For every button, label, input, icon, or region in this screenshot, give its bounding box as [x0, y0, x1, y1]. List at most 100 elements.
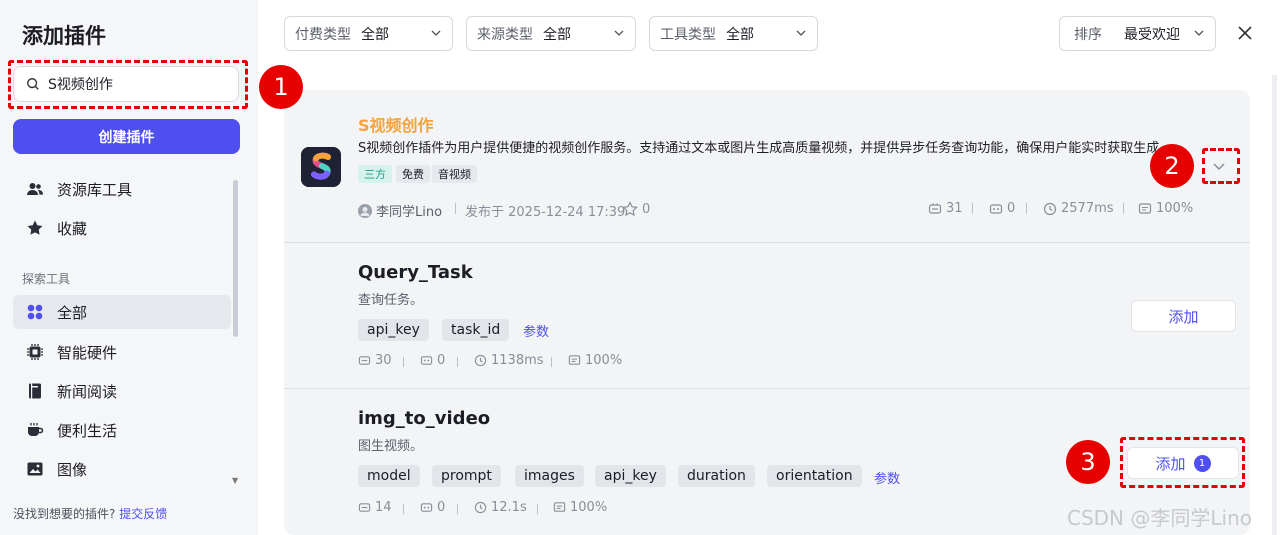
- tool-latency: 1138ms: [474, 353, 544, 368]
- chevron-down-icon: [614, 30, 624, 36]
- plugin-bots: 0: [989, 201, 1015, 216]
- sidebar-item-news[interactable]: 新闻阅读: [13, 374, 231, 408]
- section-label: 探索工具: [22, 272, 71, 286]
- tag-third-party: 三方: [358, 165, 392, 183]
- tool-description: 图生视频。: [358, 439, 424, 454]
- plugin-logo: [301, 147, 341, 187]
- calls-icon: [358, 356, 371, 365]
- filter-value: 全部: [361, 26, 389, 43]
- param-tag: orientation: [767, 465, 862, 487]
- param-tag: api_key: [358, 319, 429, 341]
- bots-count: 0: [437, 353, 446, 368]
- sidebar-item-life[interactable]: 便利生活: [13, 413, 231, 447]
- bot-icon: [420, 356, 433, 365]
- plugin-name[interactable]: S视频创作: [358, 112, 434, 136]
- scroll-down-icon[interactable]: ▼: [232, 476, 238, 485]
- divider: [551, 357, 552, 367]
- plugin-calls: 31: [928, 201, 963, 216]
- params-link[interactable]: 参数: [874, 468, 900, 487]
- coffee-icon: [25, 420, 45, 440]
- calls-count: 30: [375, 353, 392, 368]
- param-tag: api_key: [595, 465, 666, 487]
- filter-value: 全部: [543, 26, 571, 43]
- sidebar-footer: 没找到想要的插件? 提交反馈: [13, 505, 167, 522]
- calls-count: 31: [946, 201, 963, 216]
- divider: [403, 357, 404, 367]
- filter-label: 工具类型: [660, 26, 716, 43]
- divider: [457, 357, 458, 367]
- divider: [455, 203, 456, 214]
- sidebar-item-all[interactable]: 全部: [13, 295, 231, 329]
- clock-icon: [474, 354, 487, 367]
- star-count: 0: [642, 201, 651, 217]
- annotation-box-search: [8, 60, 248, 109]
- create-plugin-button[interactable]: 创建插件: [13, 119, 240, 154]
- param-tag: images: [515, 465, 584, 487]
- divider: [1026, 203, 1027, 214]
- main-scrollbar[interactable]: [1272, 75, 1277, 535]
- tool-calls: 30: [358, 353, 392, 368]
- filter-source-type[interactable]: 来源类型 全部: [466, 16, 636, 51]
- tool-name: Query_Task: [358, 262, 473, 283]
- tool-bots: 0: [420, 353, 445, 368]
- param-tag: duration: [678, 465, 755, 487]
- latency-value: 2577ms: [1061, 201, 1114, 216]
- footer-text: 没找到想要的插件?: [13, 507, 116, 521]
- plugin-author: 李同学Lino: [358, 201, 442, 220]
- annotation-number: 3: [1066, 440, 1110, 484]
- chevron-down-icon: [1194, 30, 1204, 36]
- divider: [457, 504, 458, 514]
- chevron-down-icon: [431, 30, 441, 36]
- annotation-number: 1: [259, 65, 303, 109]
- divider: [284, 388, 1250, 389]
- filter-value: 全部: [726, 26, 754, 43]
- success-rate: 100%: [570, 500, 608, 515]
- param-tag: task_id: [442, 319, 510, 341]
- tool-success: 100%: [553, 500, 607, 515]
- divider: [403, 504, 404, 514]
- message-icon: [1138, 202, 1152, 214]
- annotation-box-expand: [1202, 148, 1240, 184]
- plugin-description: S视频创作插件为用户提供便捷的视频创作服务。支持通过文本或图片生成高质量视频，并…: [358, 141, 1173, 156]
- filter-label: 付费类型: [295, 26, 351, 43]
- sidebar-item-image[interactable]: 图像: [13, 452, 231, 486]
- add-tool-button[interactable]: 添加: [1131, 300, 1236, 332]
- plugin-success: 100%: [1138, 201, 1193, 216]
- param-tag: prompt: [432, 465, 501, 487]
- param-tag: model: [358, 465, 420, 487]
- params-link[interactable]: 参数: [523, 321, 549, 340]
- tool-calls: 14: [358, 500, 392, 515]
- watermark: CSDN @李同学Lino: [1067, 506, 1252, 530]
- avatar: [358, 203, 372, 218]
- sidebar-item-label: 全部: [57, 303, 88, 322]
- filter-tool-type[interactable]: 工具类型 全部: [649, 16, 818, 51]
- sidebar-scrollbar[interactable]: [233, 180, 238, 337]
- annotation-box-add: [1120, 437, 1245, 488]
- divider: [537, 504, 538, 514]
- filter-pay-type[interactable]: 付费类型 全部: [284, 16, 453, 51]
- latency-value: 1138ms: [491, 353, 544, 368]
- clock-icon: [474, 501, 487, 514]
- sidebar-item-label: 图像: [57, 460, 88, 479]
- filter-label: 来源类型: [477, 26, 533, 43]
- users-icon: [25, 179, 45, 199]
- tool-success: 100%: [568, 353, 622, 368]
- calls-icon: [928, 203, 942, 214]
- close-icon[interactable]: [1236, 24, 1254, 42]
- tool-name: img_to_video: [358, 408, 491, 429]
- calls-count: 14: [375, 500, 392, 515]
- success-rate: 100%: [1156, 201, 1194, 216]
- sidebar-item-favorites[interactable]: 收藏: [13, 211, 231, 245]
- feedback-link[interactable]: 提交反馈: [119, 507, 167, 521]
- bots-count: 0: [437, 500, 446, 515]
- sidebar-item-smart-hardware[interactable]: 智能硬件: [13, 335, 231, 369]
- bot-icon: [989, 203, 1003, 214]
- chip-icon: [25, 342, 45, 362]
- sidebar-item-library-tools[interactable]: 资源库工具: [13, 172, 231, 206]
- grid-icon: [25, 302, 45, 322]
- divider: [972, 203, 973, 214]
- plugin-stars[interactable]: 0: [622, 201, 650, 217]
- sort-value: 最受欢迎: [1124, 26, 1180, 43]
- sort-select[interactable]: 排序 最受欢迎: [1059, 16, 1216, 51]
- latency-value: 12.1s: [491, 500, 527, 515]
